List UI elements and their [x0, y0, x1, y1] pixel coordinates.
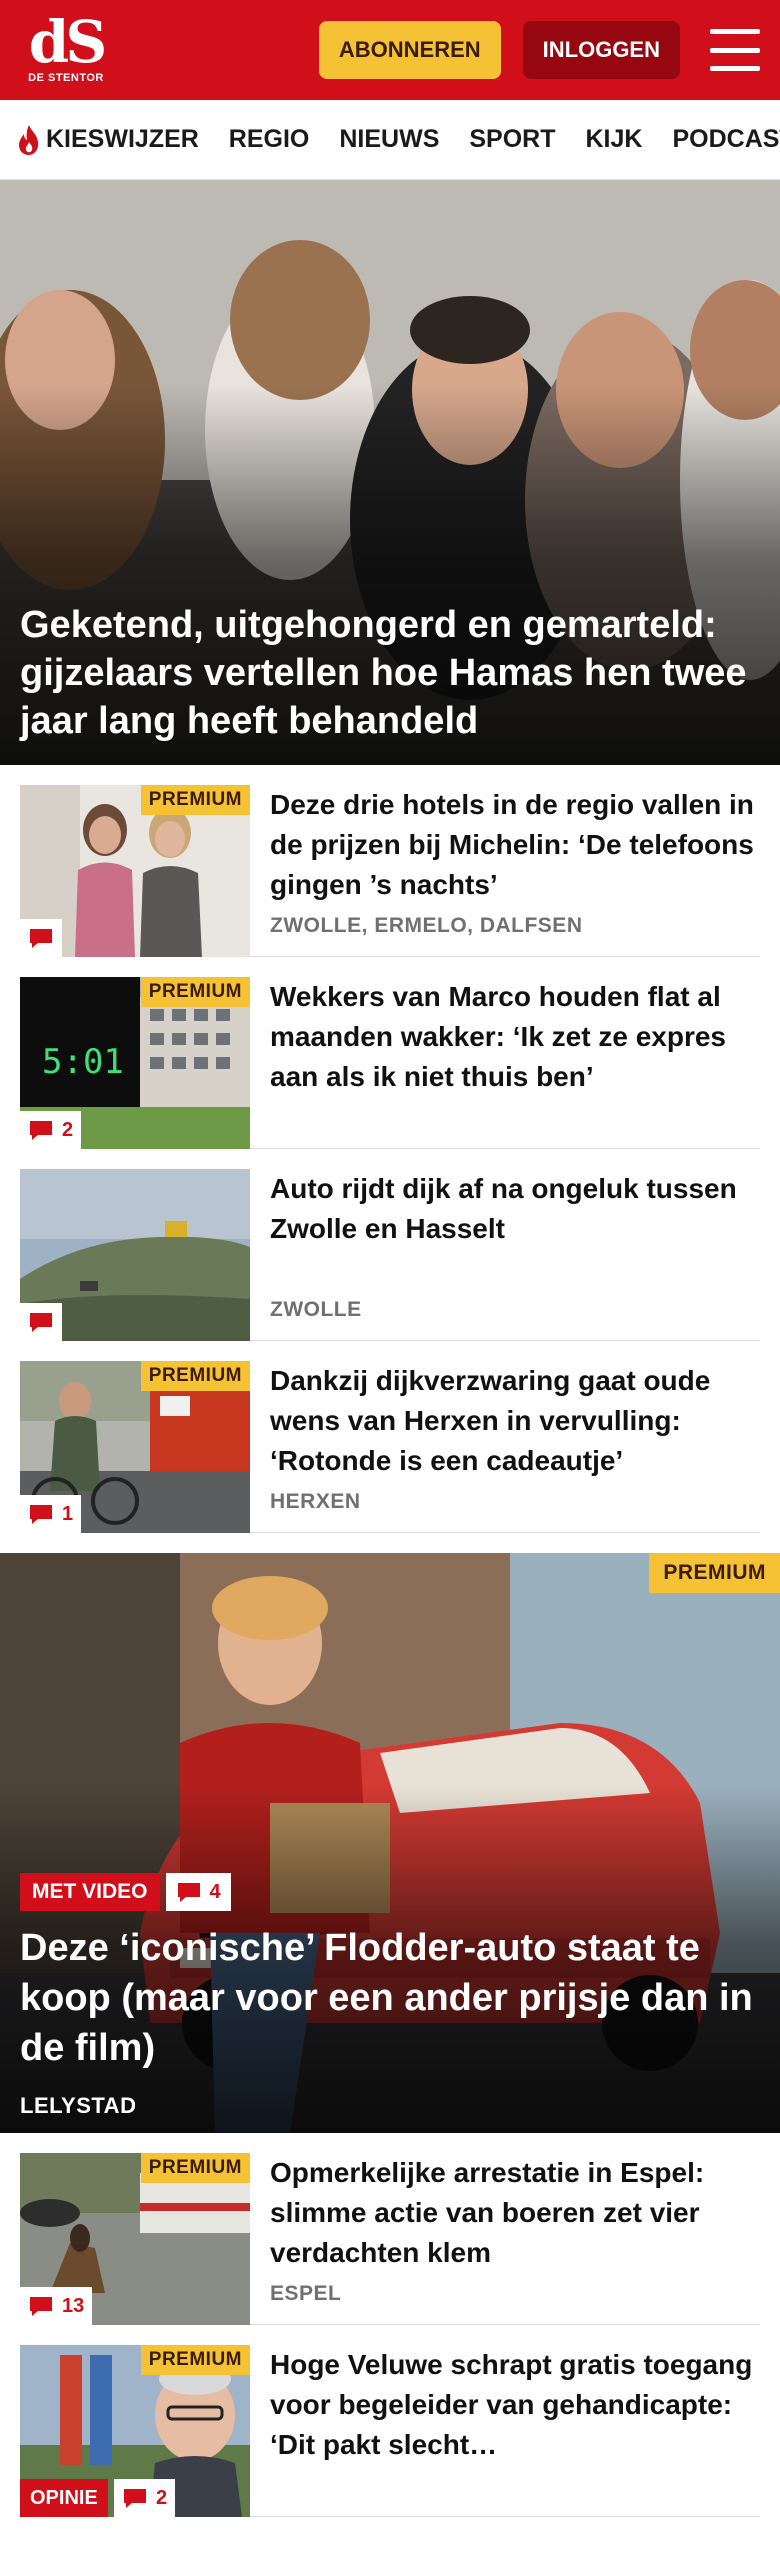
comment-count[interactable]: 1 — [20, 1495, 82, 1533]
comment-number: 4 — [209, 1880, 221, 1903]
nav-item-podcasts[interactable]: PODCASTS — [672, 125, 780, 154]
article-title[interactable]: Wekkers van Marco houden flat al maanden… — [270, 977, 760, 1097]
article-location: ZWOLLE, ERMELO, DALFSEN — [270, 914, 583, 937]
comment-number: 1 — [62, 1502, 74, 1525]
comment-icon — [177, 1883, 200, 1902]
premium-badge: PREMIUM — [140, 785, 250, 815]
feature-badges: MET VIDEO 4 — [20, 1873, 231, 1911]
logo-mark: dS — [28, 8, 107, 76]
nav-item-kieswijzer[interactable]: KIESWIJZER — [16, 124, 199, 156]
article-location: HERXEN — [270, 1490, 361, 1513]
comment-count[interactable]: 13 — [20, 2287, 93, 2325]
comment-icon — [30, 2297, 52, 2316]
article-title[interactable]: Deze drie hotels in de regio vallen in d… — [270, 785, 760, 905]
feature-headline[interactable]: Deze ‘iconische’ Flodder-auto staat te k… — [20, 1923, 756, 2073]
article-title[interactable]: Auto rijdt dijk af na ongeluk tussen Zwo… — [270, 1169, 760, 1249]
list-item[interactable]: PREMIUM Deze drie hotels in de regio val… — [20, 765, 760, 957]
nav-label: KIESWIJZER — [46, 125, 199, 153]
article-title[interactable]: Dankzij dijkverzwaring gaat oude wens va… — [270, 1361, 760, 1481]
video-badge: MET VIDEO — [20, 1873, 160, 1911]
comment-number: 2 — [62, 1118, 74, 1141]
article-thumbnail[interactable]: 5:01 PREMIUM 2 — [20, 977, 250, 1149]
nav-item-kijk[interactable]: KIJK — [586, 125, 643, 154]
hero-headline[interactable]: Geketend, uitgehongerd en gemarteld: gij… — [20, 601, 750, 745]
comment-count[interactable]: 2 — [20, 1111, 82, 1149]
flame-icon — [19, 124, 39, 155]
article-title[interactable]: Hoge Veluwe schrapt gratis toegang voor … — [270, 2345, 760, 2465]
comment-number: 2 — [156, 2486, 168, 2509]
comment-count[interactable] — [20, 919, 62, 957]
article-location: LELYSTAD — [20, 2093, 137, 2118]
comment-number: 13 — [62, 2294, 85, 2317]
premium-badge: PREMIUM — [140, 2153, 250, 2183]
comment-count[interactable]: 2 — [114, 2479, 176, 2517]
premium-badge: PREMIUM — [649, 1553, 780, 1593]
feature-article[interactable]: PREMIUM MET VIDEO 4 Deze ‘iconische’ Flo… — [0, 1553, 780, 2133]
article-list-1: PREMIUM Deze drie hotels in de regio val… — [0, 765, 780, 1533]
comment-icon — [30, 1505, 52, 1524]
top-bar: dS DE STENTOR ABONNEREN INLOGGEN — [0, 0, 780, 100]
nav-item-nieuws[interactable]: NIEUWS — [339, 125, 439, 154]
article-thumbnail[interactable]: PREMIUM OPINIE 2 — [20, 2345, 250, 2517]
premium-badge: PREMIUM — [140, 1361, 250, 1391]
article-location: ZWOLLE — [270, 1298, 362, 1321]
comment-count[interactable] — [20, 1303, 62, 1341]
svg-text:5:01: 5:01 — [42, 1042, 124, 1082]
category-nav: KIESWIJZER REGIO NIEUWS SPORT KIJK PODCA… — [0, 100, 780, 180]
menu-icon[interactable] — [710, 29, 760, 71]
article-thumbnail[interactable]: PREMIUM 1 — [20, 1361, 250, 1533]
list-item[interactable]: Auto rijdt dijk af na ongeluk tussen Zwo… — [20, 1149, 760, 1341]
list-item[interactable]: 5:01 PREMIUM 2 Wekkers van Marco houden … — [20, 957, 760, 1149]
comment-icon — [124, 2489, 146, 2508]
nav-item-sport[interactable]: SPORT — [469, 125, 555, 154]
article-thumbnail[interactable]: PREMIUM 13 — [20, 2153, 250, 2325]
list-item[interactable]: PREMIUM OPINIE 2 Hoge Veluwe schrapt gra… — [20, 2325, 760, 2517]
login-button[interactable]: INLOGGEN — [522, 21, 680, 79]
article-list-2: PREMIUM 13 Opmerkelijke arrestatie in Es… — [0, 2133, 780, 2517]
article-title[interactable]: Opmerkelijke arrestatie in Espel: slimme… — [270, 2153, 760, 2273]
article-thumbnail[interactable]: PREMIUM — [20, 785, 250, 957]
comment-count[interactable]: 4 — [165, 1873, 231, 1911]
list-item[interactable]: PREMIUM 1 Dankzij dijkverzwaring gaat ou… — [20, 1341, 760, 1533]
nav-item-regio[interactable]: REGIO — [229, 125, 310, 154]
comment-icon — [30, 929, 52, 948]
premium-badge: PREMIUM — [140, 977, 250, 1007]
comment-icon — [30, 1121, 52, 1140]
list-item[interactable]: PREMIUM 13 Opmerkelijke arrestatie in Es… — [20, 2133, 760, 2325]
logo-subtitle: DE STENTOR — [28, 72, 104, 84]
opinion-badge: OPINIE — [20, 2479, 108, 2517]
logo[interactable]: dS DE STENTOR — [20, 10, 112, 90]
premium-badge: PREMIUM — [140, 2345, 250, 2375]
article-thumbnail[interactable] — [20, 1169, 250, 1341]
hero-article[interactable]: Geketend, uitgehongerd en gemarteld: gij… — [0, 180, 780, 765]
article-location: ESPEL — [270, 2282, 342, 2305]
subscribe-button[interactable]: ABONNEREN — [318, 21, 501, 79]
comment-icon — [30, 1313, 52, 1332]
